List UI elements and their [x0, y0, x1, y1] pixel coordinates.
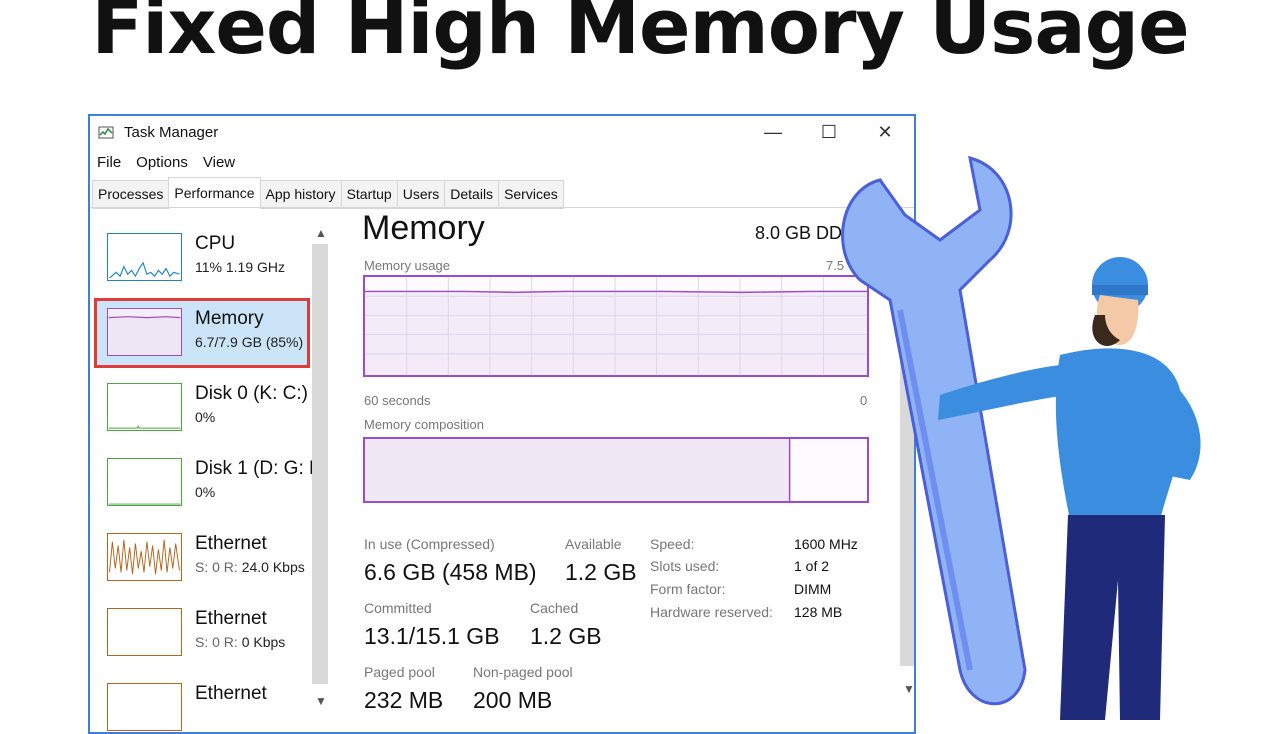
scroll-up-icon[interactable]: ▲ [315, 226, 327, 240]
tab-startup[interactable]: Startup [340, 180, 398, 209]
spec-label: Speed: [650, 536, 695, 552]
resource-value: 11% 1.19 GHz [195, 259, 286, 275]
minimize-button[interactable]: — [750, 118, 796, 146]
resource-memory[interactable]: Memory 6.7/7.9 GB (85%) [94, 298, 310, 368]
tab-performance[interactable]: Performance [168, 177, 261, 211]
resource-name: CPU [195, 233, 236, 254]
available-value: 1.2 GB [565, 559, 637, 585]
resource-disk-1[interactable]: Disk 1 (D: G: H 0% [94, 448, 323, 518]
nonpaged-pool-value: 200 MB [473, 687, 553, 713]
paged-pool-value: 232 MB [364, 687, 444, 713]
resource-list: CPU 11% 1.19 GHz Memory 6.7/7.9 GB (85%)… [92, 209, 330, 732]
resource-name: Ethernet [195, 608, 267, 629]
close-button[interactable]: ✕ [862, 118, 908, 146]
ethernet-thumbnail-graph [107, 608, 182, 656]
resource-value-label: S: 0 R: [195, 559, 238, 575]
maximize-button[interactable]: ☐ [806, 118, 852, 146]
resource-name: Disk 1 (D: G: H [195, 458, 323, 479]
tab-divider [90, 207, 914, 208]
memory-title: Memory [362, 209, 485, 247]
in-use-value: 6.6 GB (458 MB) [364, 559, 537, 585]
repairman-with-wrench-illustration [841, 155, 1201, 720]
headline: Fixed High Memory Usage [91, 0, 1189, 71]
tab-processes[interactable]: Processes [92, 180, 170, 209]
nonpaged-pool-label: Non-paged pool [473, 664, 573, 680]
memory-usage-graph [363, 275, 869, 377]
disk-thumbnail-graph [107, 458, 182, 506]
scroll-down-icon[interactable]: ▼ [315, 694, 327, 708]
resource-name: Ethernet [195, 683, 267, 704]
tab-details[interactable]: Details [444, 180, 500, 209]
resource-value: 0 Kbps [241, 634, 286, 650]
tab-services[interactable]: Services [498, 180, 564, 209]
window-title: Task Manager [124, 124, 219, 141]
ethernet-thumbnail-graph [107, 683, 182, 731]
memory-thumbnail-graph [107, 308, 182, 356]
menu-options[interactable]: Options [129, 152, 196, 174]
resource-value: 0% [195, 484, 216, 500]
memory-composition-label: Memory composition [364, 417, 484, 432]
in-use-label: In use (Compressed) [364, 536, 495, 552]
tab-users[interactable]: Users [396, 180, 446, 209]
left-scrollbar-track[interactable] [312, 244, 328, 684]
resource-name: Ethernet [195, 533, 267, 554]
memory-usage-label: Memory usage [364, 258, 450, 273]
resource-name: Memory [195, 308, 264, 329]
resource-ethernet-3[interactable]: Ethernet [94, 673, 310, 732]
tab-strip: Processes Performance App history Startu… [92, 177, 564, 211]
memory-composition-bar [363, 437, 869, 503]
resource-value: 24.0 Kbps [241, 559, 305, 575]
resource-cpu[interactable]: CPU 11% 1.19 GHz [94, 223, 310, 293]
ethernet-thumbnail-graph [107, 533, 182, 581]
title-bar: Task Manager — ☐ ✕ [90, 116, 914, 148]
spec-label: Hardware reserved: [650, 604, 773, 620]
resource-disk-0[interactable]: Disk 0 (K: C:) 0% [94, 373, 310, 443]
resource-ethernet-2[interactable]: Ethernet S: 0 R: 0 Kbps [94, 598, 310, 668]
task-manager-window: Task Manager — ☐ ✕ File Options View Pro… [88, 114, 916, 734]
committed-value: 13.1/15.1 GB [364, 623, 500, 649]
disk-thumbnail-graph [107, 383, 182, 431]
menu-file[interactable]: File [90, 152, 129, 174]
available-label: Available [565, 536, 622, 552]
tab-app-history[interactable]: App history [259, 180, 342, 209]
committed-label: Committed [364, 600, 432, 616]
cached-value: 1.2 GB [530, 623, 602, 649]
resource-value-row: S: 0 R: 24.0 Kbps [195, 559, 305, 575]
cached-label: Cached [530, 600, 579, 616]
menu-bar: File Options View [90, 152, 243, 174]
task-manager-icon [98, 126, 114, 139]
resource-ethernet-1[interactable]: Ethernet S: 0 R: 24.0 Kbps [94, 523, 310, 593]
resource-value: 0% [195, 409, 216, 425]
spec-label: Form factor: [650, 581, 726, 597]
graph-time-label: 60 seconds [364, 393, 431, 408]
resource-value-row: S: 0 R: 0 Kbps [195, 634, 285, 650]
resource-value: 6.7/7.9 GB (85%) [195, 334, 304, 350]
resource-name: Disk 0 (K: C:) [195, 383, 308, 404]
spec-label: Slots used: [650, 558, 720, 574]
resource-value-label: S: 0 R: [195, 634, 238, 650]
cpu-thumbnail-graph [107, 233, 182, 281]
menu-view[interactable]: View [196, 152, 243, 174]
paged-pool-label: Paged pool [364, 664, 435, 680]
